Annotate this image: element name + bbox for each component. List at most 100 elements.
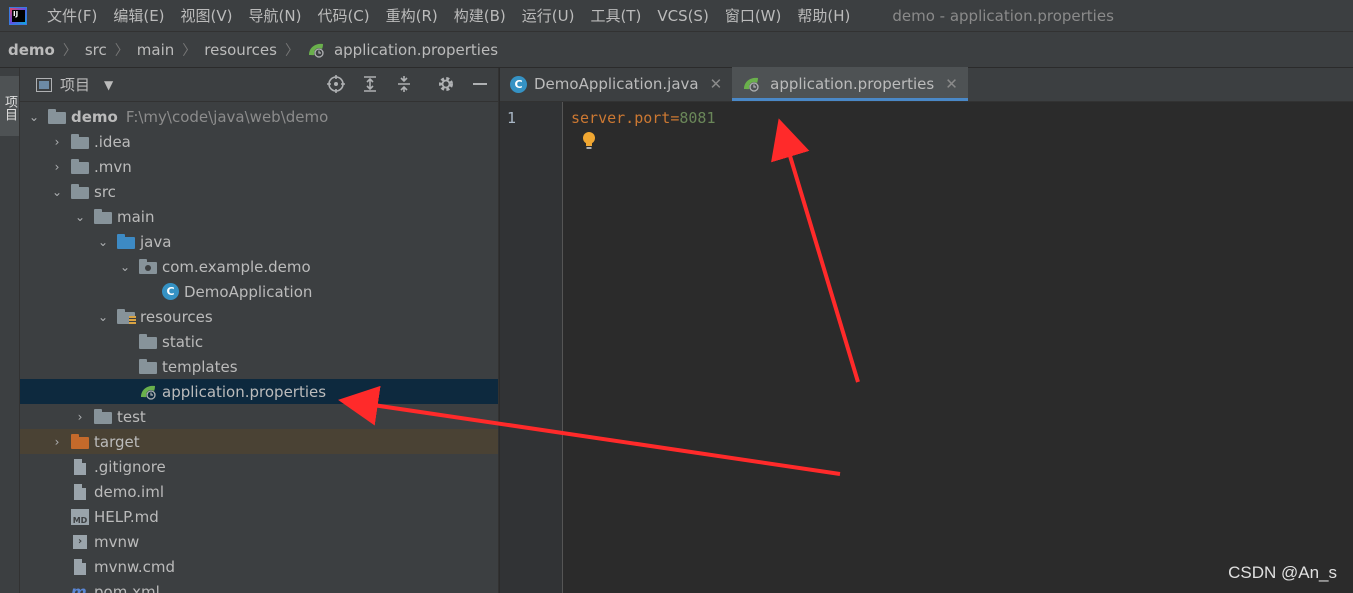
tree-node-label: HELP.md — [94, 507, 159, 526]
chevron-right-icon[interactable]: › — [51, 435, 63, 449]
chevron-right-icon: 〉 — [284, 42, 299, 59]
chevron-down-icon[interactable]: ⌄ — [97, 310, 109, 324]
menu-file[interactable]: 文件(F) — [47, 5, 97, 26]
menu-bar: 文件(F) 编辑(E) 视图(V) 导航(N) 代码(C) 重构(R) 构建(B… — [0, 0, 1353, 31]
close-icon[interactable]: ✕ — [710, 75, 723, 93]
chevron-down-icon[interactable]: ⌄ — [119, 260, 131, 274]
folder-icon — [71, 183, 89, 199]
tree-node-main[interactable]: ⌄ main — [20, 204, 498, 229]
property-value: 8081 — [679, 109, 716, 127]
tree-node-help-md[interactable]: › MD HELP.md — [20, 504, 498, 529]
hide-panel-icon[interactable] — [470, 74, 490, 94]
breadcrumb: demo 〉 src 〉 main 〉 resources 〉 applicat… — [0, 31, 1353, 68]
tab-application-properties[interactable]: application.properties ✕ — [732, 67, 968, 101]
breadcrumb-file-label: application.properties — [333, 40, 499, 59]
tree-node-demo-application[interactable]: › C DemoApplication — [20, 279, 498, 304]
menu-window[interactable]: 窗口(W) — [725, 5, 782, 26]
terminal-icon: › — [73, 534, 87, 549]
menu-tools[interactable]: 工具(T) — [590, 5, 641, 26]
source-folder-icon — [117, 233, 135, 249]
file-icon — [74, 558, 86, 575]
tree-node-demo-iml[interactable]: › demo.iml — [20, 479, 498, 504]
breadcrumb-project[interactable]: demo — [8, 41, 55, 59]
code-line[interactable]: server.port=8081 — [571, 109, 716, 127]
tree-node-path: F:\my\code\java\web\demo — [125, 107, 329, 126]
menu-run[interactable]: 运行(U) — [522, 5, 575, 26]
tree-node-idea[interactable]: › .idea — [20, 129, 498, 154]
property-key: server.port — [571, 109, 671, 127]
excluded-folder-icon — [71, 433, 89, 449]
locate-file-icon[interactable] — [326, 74, 346, 94]
tree-node-mvnw-cmd[interactable]: › mvnw.cmd — [20, 554, 498, 579]
markdown-icon: MD — [71, 508, 89, 525]
package-icon — [139, 258, 157, 274]
spring-properties-icon — [141, 385, 156, 400]
tree-node-label: com.example.demo — [162, 257, 311, 276]
lightbulb-icon[interactable] — [582, 131, 596, 151]
breadcrumb-src[interactable]: src — [85, 41, 107, 59]
breadcrumb-main[interactable]: main — [137, 41, 174, 59]
spring-properties-icon — [308, 43, 324, 58]
chevron-down-icon[interactable]: ▼ — [104, 78, 113, 92]
folder-icon — [139, 358, 157, 374]
menu-vcs[interactable]: VCS(S) — [657, 7, 708, 25]
tab-demo-application-java[interactable]: C DemoApplication.java ✕ — [500, 67, 732, 101]
breadcrumb-resources[interactable]: resources — [204, 41, 277, 59]
project-tool-window-tab[interactable]: 项目 — [0, 76, 19, 136]
tree-node-src[interactable]: ⌄ src — [20, 179, 498, 204]
tab-label: application.properties — [770, 75, 935, 93]
panel-toolbar — [326, 74, 490, 94]
tree-node-mvnw[interactable]: › › mvnw — [20, 529, 498, 554]
tree-node-package[interactable]: ⌄ com.example.demo — [20, 254, 498, 279]
menu-view[interactable]: 视图(V) — [181, 5, 233, 26]
menu-refactor[interactable]: 重构(R) — [386, 5, 438, 26]
expand-all-icon[interactable] — [360, 74, 380, 94]
tree-node-templates[interactable]: › templates — [20, 354, 498, 379]
breadcrumb-file[interactable]: application.properties — [307, 41, 498, 59]
tree-node-label: src — [94, 182, 116, 201]
tree-node-label: mvnw — [94, 532, 140, 551]
tree-node-gitignore[interactable]: › .gitignore — [20, 454, 498, 479]
menu-code[interactable]: 代码(C) — [317, 5, 369, 26]
file-icon — [74, 483, 86, 500]
folder-icon — [94, 208, 112, 224]
chevron-down-icon[interactable]: ⌄ — [28, 110, 40, 124]
chevron-right-icon[interactable]: › — [51, 135, 63, 149]
tree-node-test[interactable]: › test — [20, 404, 498, 429]
collapse-all-icon[interactable] — [394, 74, 414, 94]
tree-node-application-properties[interactable]: › application.properties — [20, 379, 498, 404]
chevron-down-icon[interactable]: ⌄ — [97, 235, 109, 249]
project-panel-header: 项目 ▼ — [20, 68, 498, 102]
intellij-logo-icon — [9, 6, 27, 25]
tree-node-static[interactable]: › static — [20, 329, 498, 354]
tree-node-label: target — [94, 432, 140, 451]
menu-build[interactable]: 构建(B) — [454, 5, 506, 26]
tree-node-label: demo — [71, 107, 118, 126]
left-tool-strip: 项目 — [0, 68, 20, 593]
project-tool-window-label: 项目 — [2, 95, 17, 121]
tree-node-resources[interactable]: ⌄ resources — [20, 304, 498, 329]
tree-node-target[interactable]: › target — [20, 429, 498, 454]
tab-label: DemoApplication.java — [534, 75, 699, 93]
folder-icon — [139, 333, 157, 349]
spring-class-icon: C — [510, 75, 527, 93]
gear-icon[interactable] — [436, 74, 456, 94]
chevron-right-icon[interactable]: › — [74, 410, 86, 424]
chevron-down-icon[interactable]: ⌄ — [74, 210, 86, 224]
tree-node-java[interactable]: ⌄ java — [20, 229, 498, 254]
tree-node-pom-xml[interactable]: › m pom.xml — [20, 579, 498, 593]
maven-icon: m — [71, 582, 87, 593]
chevron-down-icon[interactable]: ⌄ — [51, 185, 63, 199]
chevron-right-icon: 〉 — [114, 42, 129, 59]
menu-help[interactable]: 帮助(H) — [797, 5, 850, 26]
close-icon[interactable]: ✕ — [945, 75, 958, 93]
menu-edit[interactable]: 编辑(E) — [113, 5, 164, 26]
menu-navigate[interactable]: 导航(N) — [249, 5, 302, 26]
tree-node-demo[interactable]: ⌄ demo F:\my\code\java\web\demo — [20, 104, 498, 129]
tree-node-mvn[interactable]: › .mvn — [20, 154, 498, 179]
spring-properties-icon — [744, 77, 760, 92]
tree-node-label: java — [140, 232, 172, 251]
tree-node-label: pom.xml — [94, 582, 160, 593]
tree-node-label: DemoApplication — [184, 282, 313, 301]
chevron-right-icon[interactable]: › — [51, 160, 63, 174]
